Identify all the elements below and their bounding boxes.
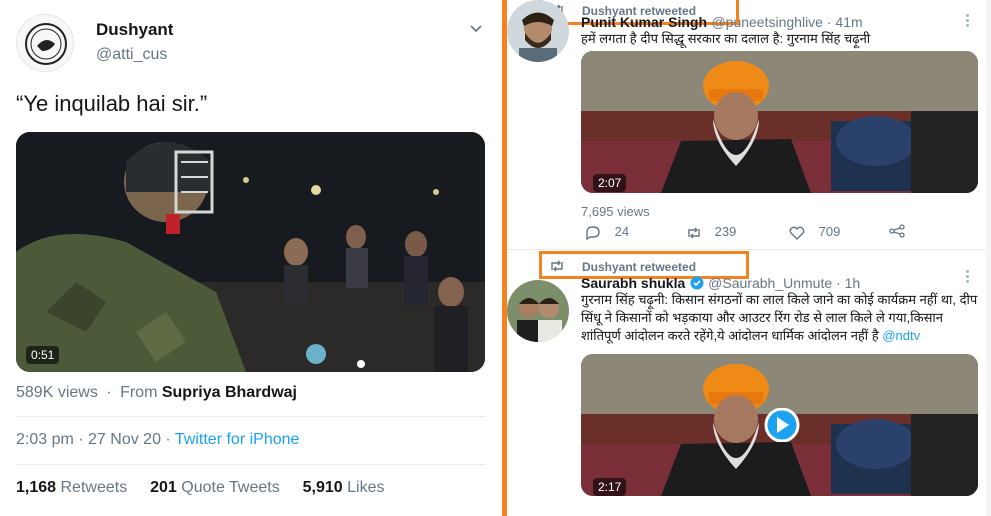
tweet-text: “Ye inquilab hai sir.” — [16, 91, 208, 116]
action-bar: 24 239 709 — [581, 224, 911, 242]
tweet-video[interactable]: 2:07 — [581, 51, 978, 193]
author-name[interactable]: Punit Kumar Singh — [581, 14, 707, 30]
heart-icon — [789, 226, 805, 240]
likes-label: Likes — [347, 479, 385, 496]
views-count: 7,695 views — [581, 204, 650, 219]
left-tweet-panel: Dushyant @atti_cus “Ye inquilab hai sir.… — [0, 0, 502, 516]
quote-count: 201 — [150, 479, 177, 496]
video-thumbnail-scene — [16, 132, 485, 372]
views-line: 589K views · From Supriya Bhardwaj — [16, 384, 297, 401]
reply-icon — [586, 225, 600, 240]
retweet-icon — [688, 227, 700, 239]
avatar[interactable] — [507, 0, 569, 62]
user-handle[interactable]: @atti_cus — [96, 46, 167, 64]
retweet-action[interactable]: 239 — [685, 224, 736, 240]
quote-label: Quote Tweets — [181, 479, 280, 496]
likes-stat[interactable]: 5,910 Likes — [303, 479, 385, 496]
avatar[interactable] — [507, 280, 569, 342]
reply-count: 24 — [614, 224, 630, 239]
mention-link[interactable]: @ndtv — [882, 328, 920, 343]
avatar-emblem-icon — [25, 23, 67, 65]
right-timeline-panel: Dushyant retweeted Punit Kumar Singh @pu… — [507, 0, 991, 516]
tweet-timestamp[interactable]: 2:03 pm · 27 Nov 20 · — [16, 431, 175, 448]
divider — [16, 416, 485, 417]
like-action[interactable]: 709 — [789, 224, 840, 240]
from-label: From — [120, 384, 158, 401]
retweet-icon — [551, 260, 563, 272]
share-icon — [889, 224, 905, 238]
author-handle-time[interactable]: @puneetsinghlive · 41m — [711, 14, 862, 30]
video-duration: 2:17 — [593, 478, 627, 496]
from-user-link[interactable]: Supriya Bhardwaj — [162, 384, 297, 401]
play-button-icon[interactable] — [759, 408, 805, 442]
verified-badge-icon — [690, 276, 704, 290]
chevron-down-icon[interactable] — [470, 22, 482, 34]
avatar-photo — [507, 280, 569, 342]
video-duration: 0:51 — [26, 346, 60, 364]
source-link[interactable]: Twitter for iPhone — [175, 431, 300, 448]
retweet-count: 239 — [714, 224, 737, 239]
video-thumbnail-scene — [581, 51, 978, 193]
engagement-stats: 1,168 Retweets 201 Quote Tweets 5,910 Li… — [16, 479, 384, 497]
profile-avatar[interactable] — [16, 14, 74, 72]
author-handle-time[interactable]: @Saurabh_Unmute · 1h — [708, 275, 860, 291]
share-action[interactable] — [889, 224, 905, 241]
tweet-separator — [507, 249, 986, 250]
author-name[interactable]: Saurabh shukla — [581, 275, 685, 291]
like-count: 709 — [818, 224, 841, 239]
retweeted-by-label[interactable]: Dushyant retweeted — [582, 260, 696, 274]
tweet-text: गुरनाम सिंह चढ़ूनी: किसान संगठनों का लाल… — [581, 291, 981, 345]
views-count: 589K views — [16, 384, 98, 401]
more-options-icon[interactable] — [966, 14, 970, 29]
timestamp-line: 2:03 pm · 27 Nov 20 · Twitter for iPhone — [16, 431, 299, 449]
scrollbar[interactable] — [986, 0, 991, 516]
reply-action[interactable]: 24 — [585, 224, 629, 240]
video-duration: 2:07 — [593, 174, 627, 192]
retweets-label: Retweets — [60, 479, 128, 496]
more-options-icon[interactable] — [966, 270, 970, 285]
tweet-text: हमें लगता है दीप सिद्धू सरकार का दलाल है… — [581, 31, 871, 46]
quote-tweets-stat[interactable]: 201 Quote Tweets — [150, 479, 280, 496]
likes-count: 5,910 — [302, 479, 343, 496]
divider — [16, 464, 485, 465]
retweets-stat[interactable]: 1,168 Retweets — [16, 479, 127, 496]
tweet-video[interactable]: 2:17 — [581, 354, 978, 496]
tweet-video[interactable]: 0:51 — [16, 132, 485, 372]
retweets-count: 1,168 — [16, 479, 57, 496]
display-name[interactable]: Dushyant — [96, 20, 173, 40]
avatar-photo — [507, 0, 569, 62]
